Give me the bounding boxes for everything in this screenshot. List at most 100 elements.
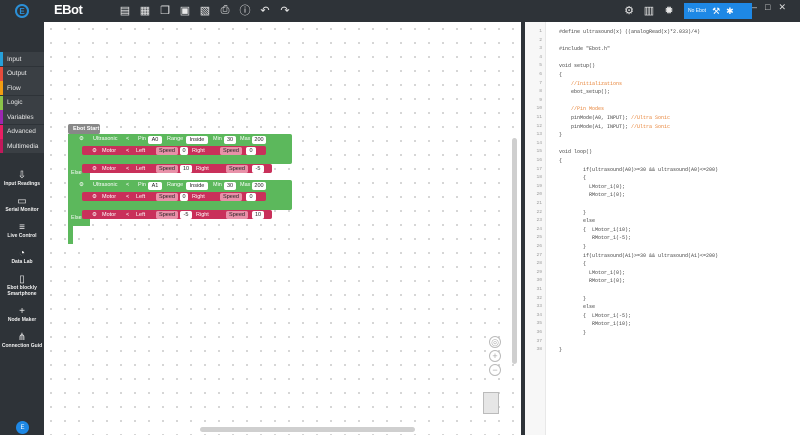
print-icon[interactable]: ⎙ [218,3,232,17]
code-line[interactable]: } [559,131,562,139]
motor3-speed2[interactable]: 0 [246,193,256,201]
zoom-in-icon[interactable]: + [489,350,501,362]
code-line[interactable]: #define ultrasound(x) ((analogRead(x)*2.… [559,28,700,36]
open-icon[interactable]: ▦ [138,3,152,17]
motor1-speed2[interactable]: 0 [246,147,256,155]
code-line[interactable]: LMotor_1(0); [559,183,625,191]
code-line[interactable]: { [559,157,562,165]
gear-icon-2[interactable]: ⚙ [79,182,84,188]
motor4-gear-icon[interactable]: ⚙ [92,212,97,218]
code-line[interactable]: RMotor_1(10); [559,320,631,328]
if1-min-field[interactable]: 30 [224,136,236,144]
motor3-speed1[interactable]: 0 [180,193,188,201]
save-as-icon[interactable]: ▧ [198,3,212,17]
close-button[interactable]: ✕ [778,2,786,13]
code-line[interactable]: //Initializations [559,80,622,88]
category-advanced[interactable]: Advanced [0,124,44,139]
layout-icon[interactable]: ▥ [642,3,656,17]
code-line[interactable]: { [559,260,586,268]
if1-max-field[interactable]: 200 [252,136,266,144]
code-line[interactable]: else [559,303,595,311]
motor4-speed1[interactable]: -5 [180,211,192,219]
undo-icon[interactable]: ↶ [258,3,272,17]
code-line[interactable]: } [559,209,586,217]
code-line[interactable]: { [559,174,586,182]
line-number: 24 [536,226,542,232]
code-line[interactable]: } [559,346,562,354]
code-line[interactable]: if(ultrasound(A1)>=30 && ultrasound(A1)<… [559,252,718,260]
code-line[interactable]: RMotor_1(0); [559,191,625,199]
app-logo[interactable]: E [0,0,44,22]
code-line[interactable]: ebot_setup(); [559,88,610,96]
tool-serial-monitor[interactable]: ▭ Serial Monitor [0,196,44,213]
if2-min-field[interactable]: 30 [224,182,236,190]
motor4-speed2[interactable]: 10 [252,211,264,219]
tool-ebot-blockly-smartphone[interactable]: ▯ Ebot blockly Smartphone [0,274,44,297]
line-number: 35 [536,321,542,327]
if1-pin-dropdown[interactable]: A0 [148,136,162,144]
category-logic[interactable]: Logic [0,95,44,110]
redo-icon[interactable]: ↷ [278,3,292,17]
code-line[interactable]: { LMotor_1(-5); [559,312,631,320]
code-line[interactable]: pinMode(A0, INPUT); //Ultra Sonic [559,114,670,122]
line-number: 7 [539,80,542,86]
tool-node-maker[interactable]: + Node Maker [0,306,44,323]
maximize-button[interactable]: □ [765,2,770,13]
trash-icon[interactable] [483,392,499,414]
connection-icon[interactable]: ⚒ [712,6,720,17]
motor3-gear-icon[interactable]: ⚙ [92,194,97,200]
save-icon[interactable]: ▣ [178,3,192,17]
chip-icon[interactable]: ✹ [662,3,676,17]
new-file-icon[interactable]: ▤ [118,3,132,17]
code-text: } [559,347,563,354]
if2-pin-dropdown[interactable]: A1 [148,182,162,190]
motor2-gear-icon[interactable]: ⚙ [92,166,97,172]
if2-max-field[interactable]: 200 [252,182,266,190]
ebot-footer-icon[interactable]: E [16,421,29,434]
tool-input-readings[interactable]: ⇩ Input Readings [0,170,44,187]
code-line[interactable]: if(ultrasound(A0)>=30 && ultrasound(A0)<… [559,166,718,174]
zoom-out-icon[interactable]: − [489,364,501,376]
motor1-speed1[interactable]: 0 [180,147,188,155]
tool-live-control[interactable]: ≡ Live Control [0,222,44,239]
motor2-speed2[interactable]: -5 [252,165,264,173]
code-line[interactable]: RMotor_1(0); [559,277,625,285]
line-number: 10 [536,106,542,112]
motor1-gear-icon[interactable]: ⚙ [92,148,97,154]
category-variables[interactable]: Variables [0,110,44,124]
code-line[interactable]: else [559,217,595,225]
code-line[interactable]: LMotor_1(0); [559,269,625,277]
gear-icon[interactable]: ⚙ [79,136,84,142]
zoom-reset-icon[interactable]: ◎ [489,336,501,348]
no-ebot-status[interactable]: No Ebot ⚒ ✱ [684,3,752,19]
code-line[interactable]: void setup() [559,62,595,70]
code-line[interactable]: RMotor_1(-5); [559,234,631,242]
tool-data-lab[interactable]: ◔ Data Lab [0,248,44,265]
code-line[interactable]: void loop() [559,148,592,156]
copy-icon[interactable]: ❐ [158,3,172,17]
code-line[interactable]: } [559,243,586,251]
workspace-vertical-scrollbar[interactable] [512,138,517,364]
category-output[interactable]: Output [0,66,44,81]
blockly-workspace[interactable]: Ebot Start Else Else ⚙ Ultrasonic < Pin … [44,22,518,435]
category-flow[interactable]: Flow [0,81,44,95]
code-line[interactable]: { LMotor_1(10); [559,226,631,234]
minimize-button[interactable]: – [752,2,757,13]
category-multimedia[interactable]: Multimedia [0,139,44,153]
settings-small-icon[interactable]: ✱ [726,6,734,17]
code-line[interactable]: } [559,329,586,337]
code-line[interactable]: //Pin Modes [559,105,604,113]
code-line[interactable]: #include "Ebot.h" [559,45,610,53]
if1-range-dropdown[interactable]: Inside [186,136,208,144]
if2-range-dropdown[interactable]: Inside [186,182,208,190]
code-line[interactable]: } [559,295,586,303]
workspace-horizontal-scrollbar[interactable] [200,427,415,432]
tool-connection-guid[interactable]: ⋔ Connection Guid [0,332,44,349]
code-line[interactable]: { [559,71,562,79]
info-icon[interactable]: ⓘ [238,3,252,17]
motor2-speed1[interactable]: 10 [180,165,192,173]
gear-icon[interactable]: ⚙ [622,3,636,17]
code-line[interactable]: pinMode(A1, INPUT); //Ultra Sonic [559,123,670,131]
code-text: LMotor_1(0); [559,183,626,190]
category-input[interactable]: Input [0,52,44,66]
